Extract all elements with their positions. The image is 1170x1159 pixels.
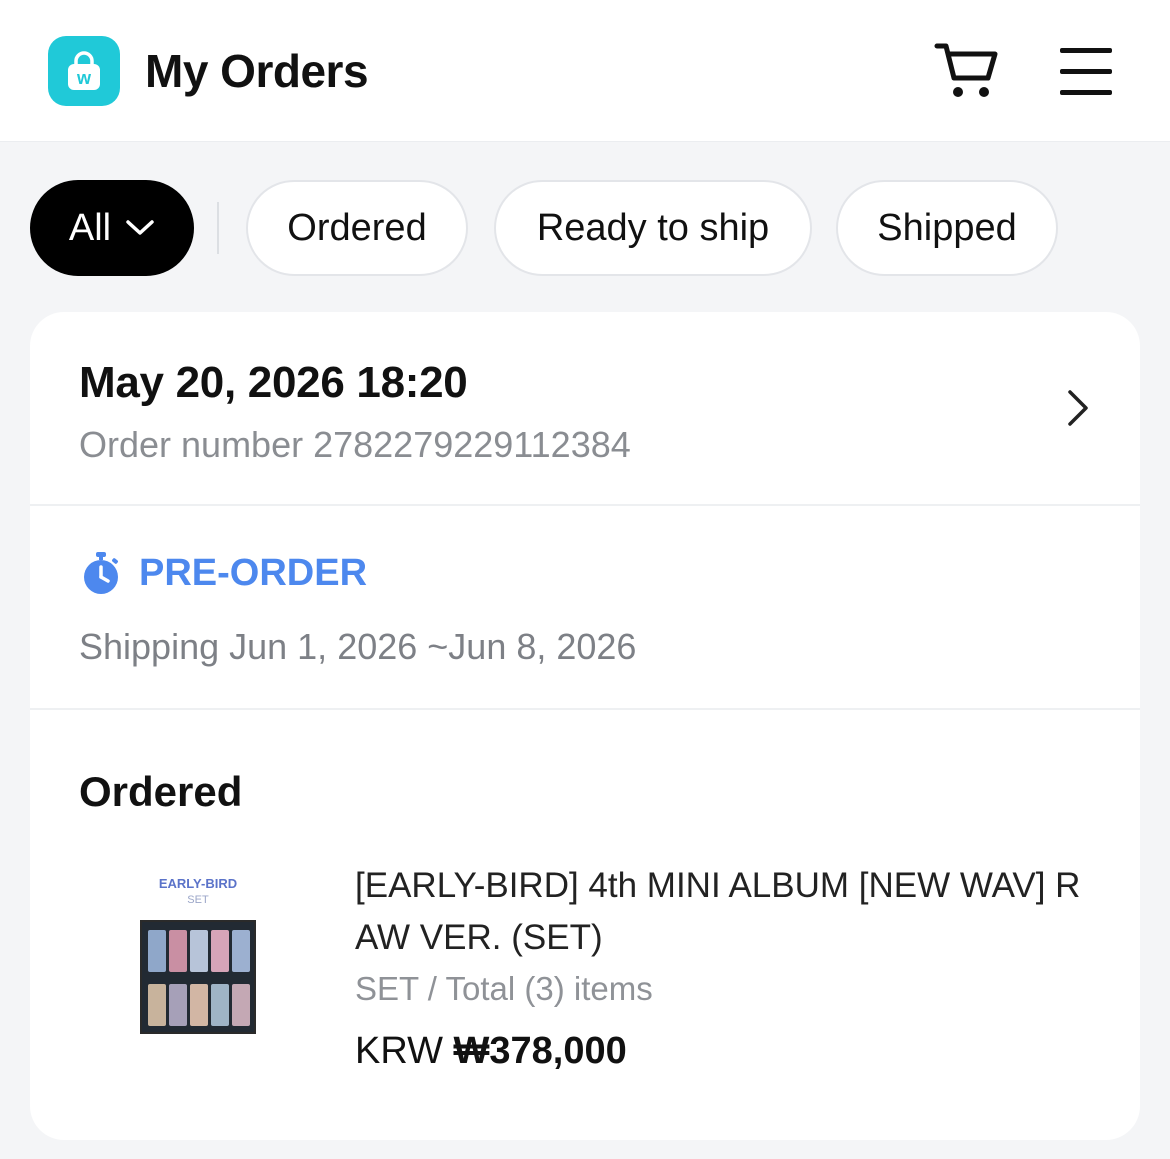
product-name[interactable]: [EARLY-BIRD] 4th MINI ALBUM [NEW WAV] RA… (355, 860, 1095, 964)
product-option: SET / Total (3) items (355, 970, 653, 1007)
divider (30, 504, 1140, 506)
order-date: May 20, 2026 18:20 (79, 358, 468, 407)
hamburger-menu-icon (1060, 48, 1112, 95)
product-thumbnail[interactable]: EARLY-BIRD SET (138, 870, 258, 1038)
filter-chip-label: Ready to ship (536, 206, 770, 249)
filter-chip-all[interactable]: All (30, 180, 194, 276)
album-cover-image (140, 920, 256, 1034)
chevron-down-icon (126, 220, 154, 235)
page-title: My Orders (145, 45, 369, 97)
menu-button[interactable] (1058, 46, 1114, 98)
filter-chip-label: All (68, 206, 112, 249)
product-price: KRW ₩378,000 (355, 1030, 627, 1073)
filter-chip-shipped[interactable]: Shipped (836, 180, 1058, 276)
thumbnail-label: EARLY-BIRD (158, 876, 238, 891)
preorder-label: PRE-ORDER (139, 551, 368, 594)
app-logo[interactable]: w (48, 36, 120, 106)
divider (30, 708, 1140, 710)
price-currency: KRW (355, 1030, 443, 1072)
chip-divider (217, 202, 219, 254)
shopping-bag-icon: w (68, 51, 100, 90)
order-detail-button[interactable] (1060, 388, 1094, 428)
cart-icon (934, 43, 998, 97)
status-filter-bar: All Ordered Ready to ship Shipped (0, 180, 1170, 276)
filter-chip-label: Ordered (287, 206, 427, 249)
thumbnail-sublabel: SET (187, 894, 209, 906)
top-bar: w My Orders (0, 0, 1170, 142)
price-amount: ₩378,000 (453, 1030, 627, 1072)
svg-text:w: w (76, 68, 92, 88)
filter-chip-label: Shipped (877, 206, 1017, 249)
stopwatch-icon (84, 552, 118, 594)
cart-button[interactable] (934, 40, 1000, 100)
order-number: Order number 2782279229112384 (79, 424, 631, 465)
filter-chip-ordered[interactable]: Ordered (246, 180, 468, 276)
order-status-title: Ordered (79, 768, 243, 815)
preorder-badge: PRE-ORDER (79, 548, 367, 598)
filter-chip-ready-to-ship[interactable]: Ready to ship (494, 180, 812, 276)
chevron-right-icon (1068, 390, 1088, 426)
order-card[interactable]: May 20, 2026 18:20 Order number 27822792… (30, 312, 1140, 1140)
shipping-window: Shipping Jun 1, 2026 ~Jun 8, 2026 (79, 626, 637, 667)
